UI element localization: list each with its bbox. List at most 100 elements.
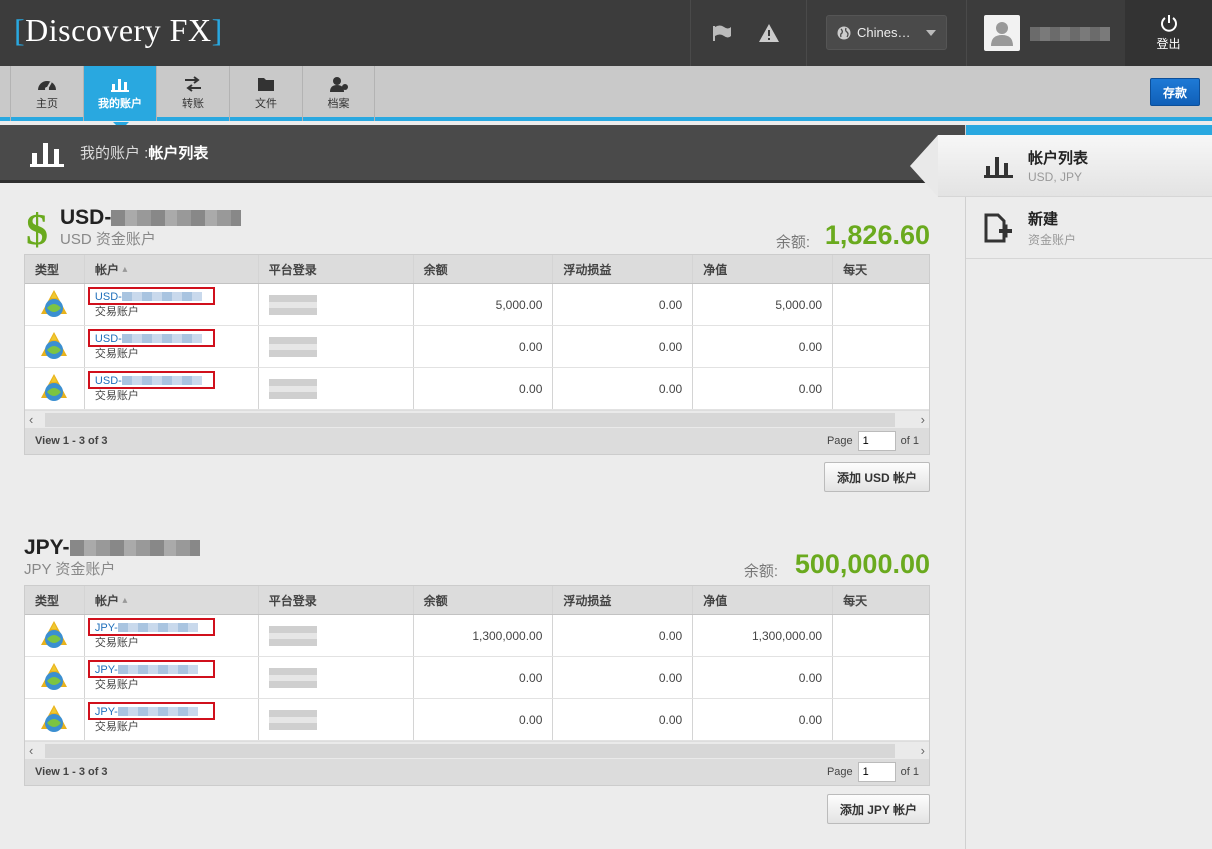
platform-login	[259, 326, 414, 367]
metatrader-icon	[25, 699, 85, 740]
nav-label: 主页	[36, 98, 58, 110]
platform-login	[259, 657, 414, 698]
sidebar-item-subtitle: USD, JPY	[1028, 170, 1083, 184]
accounts-table: 类型 帐户 ▴ 平台登录 余额 浮动损益 净值 每天 USD- 交易账户 5,00…	[24, 254, 930, 455]
main-content: $ USD- USD 资金账户 余额: 1,826.60 类型 帐户 ▴ 平台登…	[0, 186, 965, 849]
accounts-table: 类型 帐户 ▴ 平台登录 余额 浮动损益 净值 每天 JPY- 交易账户 1,30…	[24, 585, 930, 786]
avatar[interactable]	[984, 15, 1020, 51]
nav-item-files[interactable]: 文件	[229, 66, 302, 121]
horizontal-scrollbar[interactable]: ‹ ›	[25, 741, 929, 759]
logo-bracket-left: [	[14, 12, 26, 48]
transfer-icon	[185, 76, 201, 92]
jpy-fund-account: JPY- JPY 资金账户 余额: 500,000.00 类型 帐户 ▴ 平台登…	[24, 536, 930, 824]
chevron-left-icon[interactable]: ‹	[29, 411, 33, 429]
pnl-cell: 0.00	[553, 326, 694, 367]
metatrader-icon	[25, 657, 85, 698]
page-label: Page	[826, 766, 853, 778]
table-row[interactable]: USD- 交易账户 0.00 0.00 0.00	[25, 326, 929, 368]
account-cell: USD- 交易账户	[85, 326, 259, 367]
account-cell: JPY- 交易账户	[85, 699, 259, 740]
balance-cell: 5,000.00	[414, 284, 554, 325]
scrollbar-thumb[interactable]	[45, 744, 895, 758]
account-cell: JPY- 交易账户	[85, 657, 259, 698]
nav-label: 档案	[327, 98, 350, 110]
balance-value: 500,000.00	[794, 549, 930, 579]
account-subtitle: JPY 资金账户	[24, 561, 116, 578]
dollar-icon: $	[26, 205, 48, 254]
highlight-box	[87, 371, 215, 389]
chevron-right-icon[interactable]: ›	[921, 411, 925, 429]
highlight-box	[87, 287, 215, 305]
table-row[interactable]: USD- 交易账户 5,000.00 0.00 5,000.00	[25, 284, 929, 326]
view-count: View 1 - 3 of 3	[35, 435, 108, 447]
chevron-down-icon	[926, 29, 936, 36]
equity-cell: 0.00	[693, 326, 834, 367]
daily-cell	[833, 284, 929, 325]
pager: View 1 - 3 of 3 Page of 1	[25, 428, 929, 454]
equity-cell: 0.00	[693, 699, 834, 740]
flag-icon[interactable]	[708, 20, 734, 46]
equity-cell: 5,000.00	[693, 284, 834, 325]
folder-icon	[258, 78, 274, 91]
power-icon	[1160, 15, 1177, 32]
logo[interactable]: [Discovery FX]	[14, 12, 223, 49]
user-icon	[991, 22, 1013, 46]
table-row[interactable]: JPY- 交易账户 0.00 0.00 0.00	[25, 699, 929, 741]
add-jpy-account-button[interactable]: 添加 JPY 帐户	[826, 794, 930, 824]
divider	[806, 0, 807, 66]
page-input[interactable]	[857, 431, 896, 451]
divider	[690, 0, 691, 66]
nav-label: 转账	[182, 98, 204, 110]
table-row[interactable]: JPY- 交易账户 0.00 0.00 0.00	[25, 657, 929, 699]
warning-icon[interactable]	[756, 20, 782, 46]
view-count: View 1 - 3 of 3	[35, 766, 108, 778]
nav-label: 文件	[255, 98, 277, 110]
chevron-right-icon[interactable]: ›	[921, 742, 925, 760]
nav-item-home[interactable]: 主页	[10, 66, 83, 121]
horizontal-scrollbar[interactable]: ‹ ›	[25, 410, 929, 428]
table-row[interactable]: JPY- 交易账户 1,300,000.00 0.00 1,300,000.00	[25, 615, 929, 657]
sidebar-item-account-list[interactable]: 帐户列表 USD, JPY	[910, 135, 1212, 197]
account-cell: USD- 交易账户	[85, 368, 259, 409]
daily-cell	[833, 368, 929, 409]
balance-value: 1,826.60	[824, 220, 930, 250]
scrollbar-thumb[interactable]	[45, 413, 895, 427]
account-cell: JPY- 交易账户	[85, 615, 259, 656]
platform-login	[259, 284, 414, 325]
balance-label: 余额:	[775, 234, 810, 251]
platform-login	[259, 368, 414, 409]
logo-bracket-right: ]	[211, 12, 223, 48]
username	[1030, 27, 1110, 41]
language-label: Chines…	[857, 25, 911, 40]
daily-cell	[833, 657, 929, 698]
language-select[interactable]: Chines…	[826, 15, 947, 50]
nav-item-transfer[interactable]: 转账	[156, 66, 229, 121]
nav-item-my-accounts[interactable]: 我的账户	[83, 66, 156, 130]
pnl-cell: 0.00	[553, 368, 694, 409]
nav-item-profile[interactable]: 档案	[302, 66, 375, 121]
sidebar-accent	[966, 125, 1212, 135]
account-name: USD-	[60, 206, 242, 230]
equity-cell: 1,300,000.00	[693, 615, 834, 656]
bar-chart-icon	[984, 156, 1013, 178]
nav-label: 我的账户	[98, 98, 142, 110]
sidebar-item-new[interactable]: 新建 资金账户	[966, 197, 1212, 259]
balance-cell: 0.00	[414, 699, 554, 740]
logout-button[interactable]: 登出	[1125, 0, 1212, 66]
equity-cell: 0.00	[693, 368, 834, 409]
bar-chart-icon	[30, 142, 64, 167]
sidebar-item-subtitle: 资金账户	[1028, 232, 1077, 247]
add-usd-account-button[interactable]: 添加 USD 帐户	[823, 462, 930, 492]
daily-cell	[833, 326, 929, 367]
highlight-box	[87, 329, 215, 347]
table-row[interactable]: USD- 交易账户 0.00 0.00 0.00	[25, 368, 929, 410]
page-input[interactable]	[857, 762, 896, 782]
metatrader-icon	[25, 615, 85, 656]
sidebar-item-title: 帐户列表	[1028, 150, 1089, 167]
profile-icon	[329, 77, 348, 92]
chevron-left-icon[interactable]: ‹	[29, 742, 33, 760]
pnl-cell: 0.00	[553, 284, 694, 325]
nav-bar: 主页 我的账户 转账 文件 档案 存款	[0, 66, 1212, 130]
dashboard-icon	[38, 81, 56, 91]
deposit-button[interactable]: 存款	[1150, 78, 1200, 106]
